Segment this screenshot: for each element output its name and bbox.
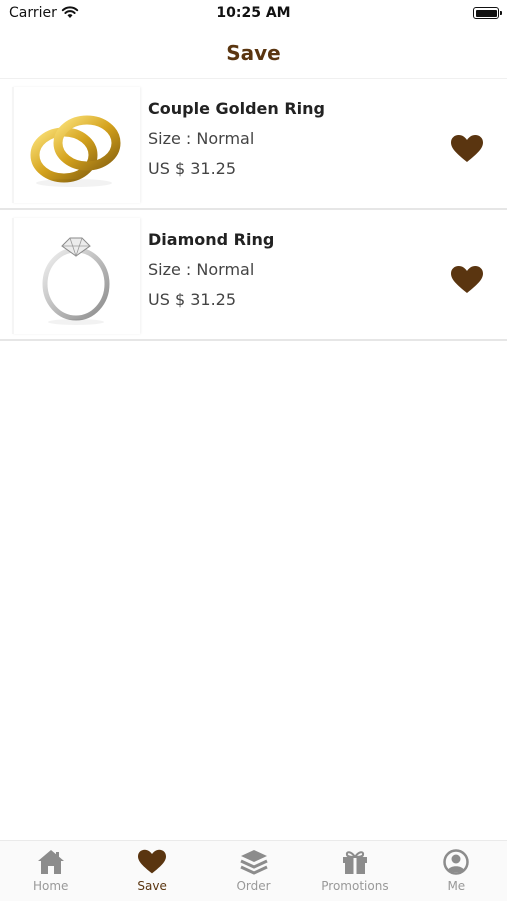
tab-order[interactable]: Order: [203, 841, 304, 901]
tab-label: Promotions: [321, 879, 389, 893]
tab-promotions[interactable]: Promotions: [304, 841, 405, 901]
saved-items-list: Couple Golden Ring Size : Normal US $ 31…: [0, 79, 507, 341]
diamond-ring-icon: [42, 237, 110, 325]
battery-icon: [473, 7, 502, 19]
clock-label: 10:25 AM: [216, 5, 291, 21]
product-size: Size : Normal: [148, 129, 255, 148]
tab-me[interactable]: Me: [406, 841, 507, 901]
gift-icon: [342, 851, 367, 874]
tab-home[interactable]: Home: [0, 841, 101, 901]
favorite-heart-button[interactable]: [451, 266, 483, 294]
product-name: Couple Golden Ring: [148, 99, 326, 118]
product-image: [12, 87, 140, 203]
user-icon: [443, 849, 470, 875]
layers-icon: [239, 850, 268, 875]
favorite-heart-button[interactable]: [451, 135, 483, 163]
list-item[interactable]: Diamond Ring Size : Normal US $ 31.25: [0, 210, 507, 341]
tab-label: Order: [236, 879, 271, 893]
product-size: Size : Normal: [148, 260, 255, 279]
bottom-tab-bar: Home Save Order Promotions Me: [0, 840, 507, 901]
tab-label: Save: [137, 879, 167, 893]
product-price: US $ 31.25: [148, 290, 237, 309]
status-bar: Carrier 10:25 AM: [0, 0, 507, 28]
page-title: Save: [226, 41, 281, 65]
list-item[interactable]: Couple Golden Ring Size : Normal US $ 31…: [0, 79, 507, 210]
product-name: Diamond Ring: [148, 230, 275, 249]
navigation-bar: Save: [0, 28, 507, 79]
tab-label: Home: [32, 879, 69, 893]
heart-icon: [138, 849, 167, 874]
product-image: [12, 218, 140, 334]
home-icon: [37, 850, 64, 874]
tab-save[interactable]: Save: [101, 841, 202, 901]
product-price: US $ 31.25: [148, 159, 237, 178]
tab-label: Me: [447, 879, 466, 893]
gold-ring-icon: [30, 115, 121, 187]
